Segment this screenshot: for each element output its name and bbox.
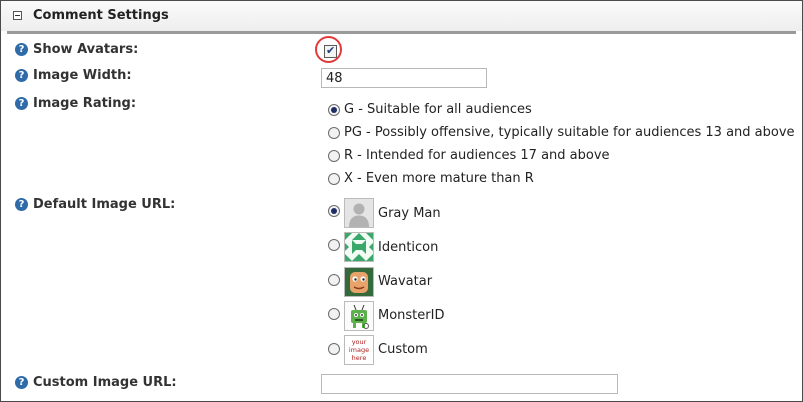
collapse-icon[interactable] <box>13 11 22 20</box>
help-icon[interactable]: ? <box>15 43 28 56</box>
settings-panel: Comment Settings ? Show Avatars: ✔ ? Ima… <box>0 0 803 402</box>
help-icon[interactable]: ? <box>15 376 28 389</box>
help-icon[interactable]: ? <box>15 97 28 110</box>
identicon-avatar-icon <box>344 232 374 262</box>
custom-avatar-text: your image here <box>348 338 370 362</box>
monsterid-avatar-icon <box>344 301 374 331</box>
avatar-custom-label: Custom <box>378 342 428 357</box>
gray-man-avatar-icon <box>344 198 374 228</box>
avatar-grayman-label: Gray Man <box>378 206 441 221</box>
image-width-input[interactable] <box>321 68 487 88</box>
custom-avatar-icon: your image here <box>344 335 374 365</box>
default-image-url-label: Default Image URL: <box>33 197 176 212</box>
section-title: Comment Settings <box>33 8 169 23</box>
avatar-identicon-radio[interactable] <box>328 239 340 251</box>
custom-image-url-input[interactable] <box>321 374 618 394</box>
help-icon[interactable]: ? <box>15 69 28 82</box>
highlight-circle <box>315 36 342 63</box>
avatar-wavatar-label: Wavatar <box>378 274 433 289</box>
avatar-monsterid-label: MonsterID <box>378 308 445 323</box>
image-rating-label: Image Rating: <box>33 96 137 111</box>
wavatar-avatar-icon <box>344 267 374 297</box>
rating-pg-label: PG - Possibly offensive, typically suita… <box>344 125 795 140</box>
show-avatars-label: Show Avatars: <box>33 42 139 57</box>
rating-x-label: X - Even more mature than R <box>344 171 534 186</box>
custom-image-url-label: Custom Image URL: <box>33 375 177 390</box>
rating-r-label: R - Intended for audiences 17 and above <box>344 148 610 163</box>
section-header[interactable]: Comment Settings <box>1 1 802 31</box>
header-divider <box>7 31 796 34</box>
avatar-identicon-label: Identicon <box>378 240 439 255</box>
avatar-custom-radio[interactable] <box>328 343 340 355</box>
avatar-wavatar-radio[interactable] <box>328 274 340 286</box>
rating-r-radio[interactable] <box>328 150 340 162</box>
rating-g-radio[interactable] <box>328 104 340 116</box>
avatar-grayman-radio[interactable] <box>328 205 340 217</box>
image-width-label: Image Width: <box>33 68 132 83</box>
avatar-monsterid-radio[interactable] <box>328 308 340 320</box>
rating-pg-radio[interactable] <box>328 127 340 139</box>
rating-x-radio[interactable] <box>328 173 340 185</box>
rating-g-label: G - Suitable for all audiences <box>344 102 532 117</box>
help-icon[interactable]: ? <box>15 198 28 211</box>
